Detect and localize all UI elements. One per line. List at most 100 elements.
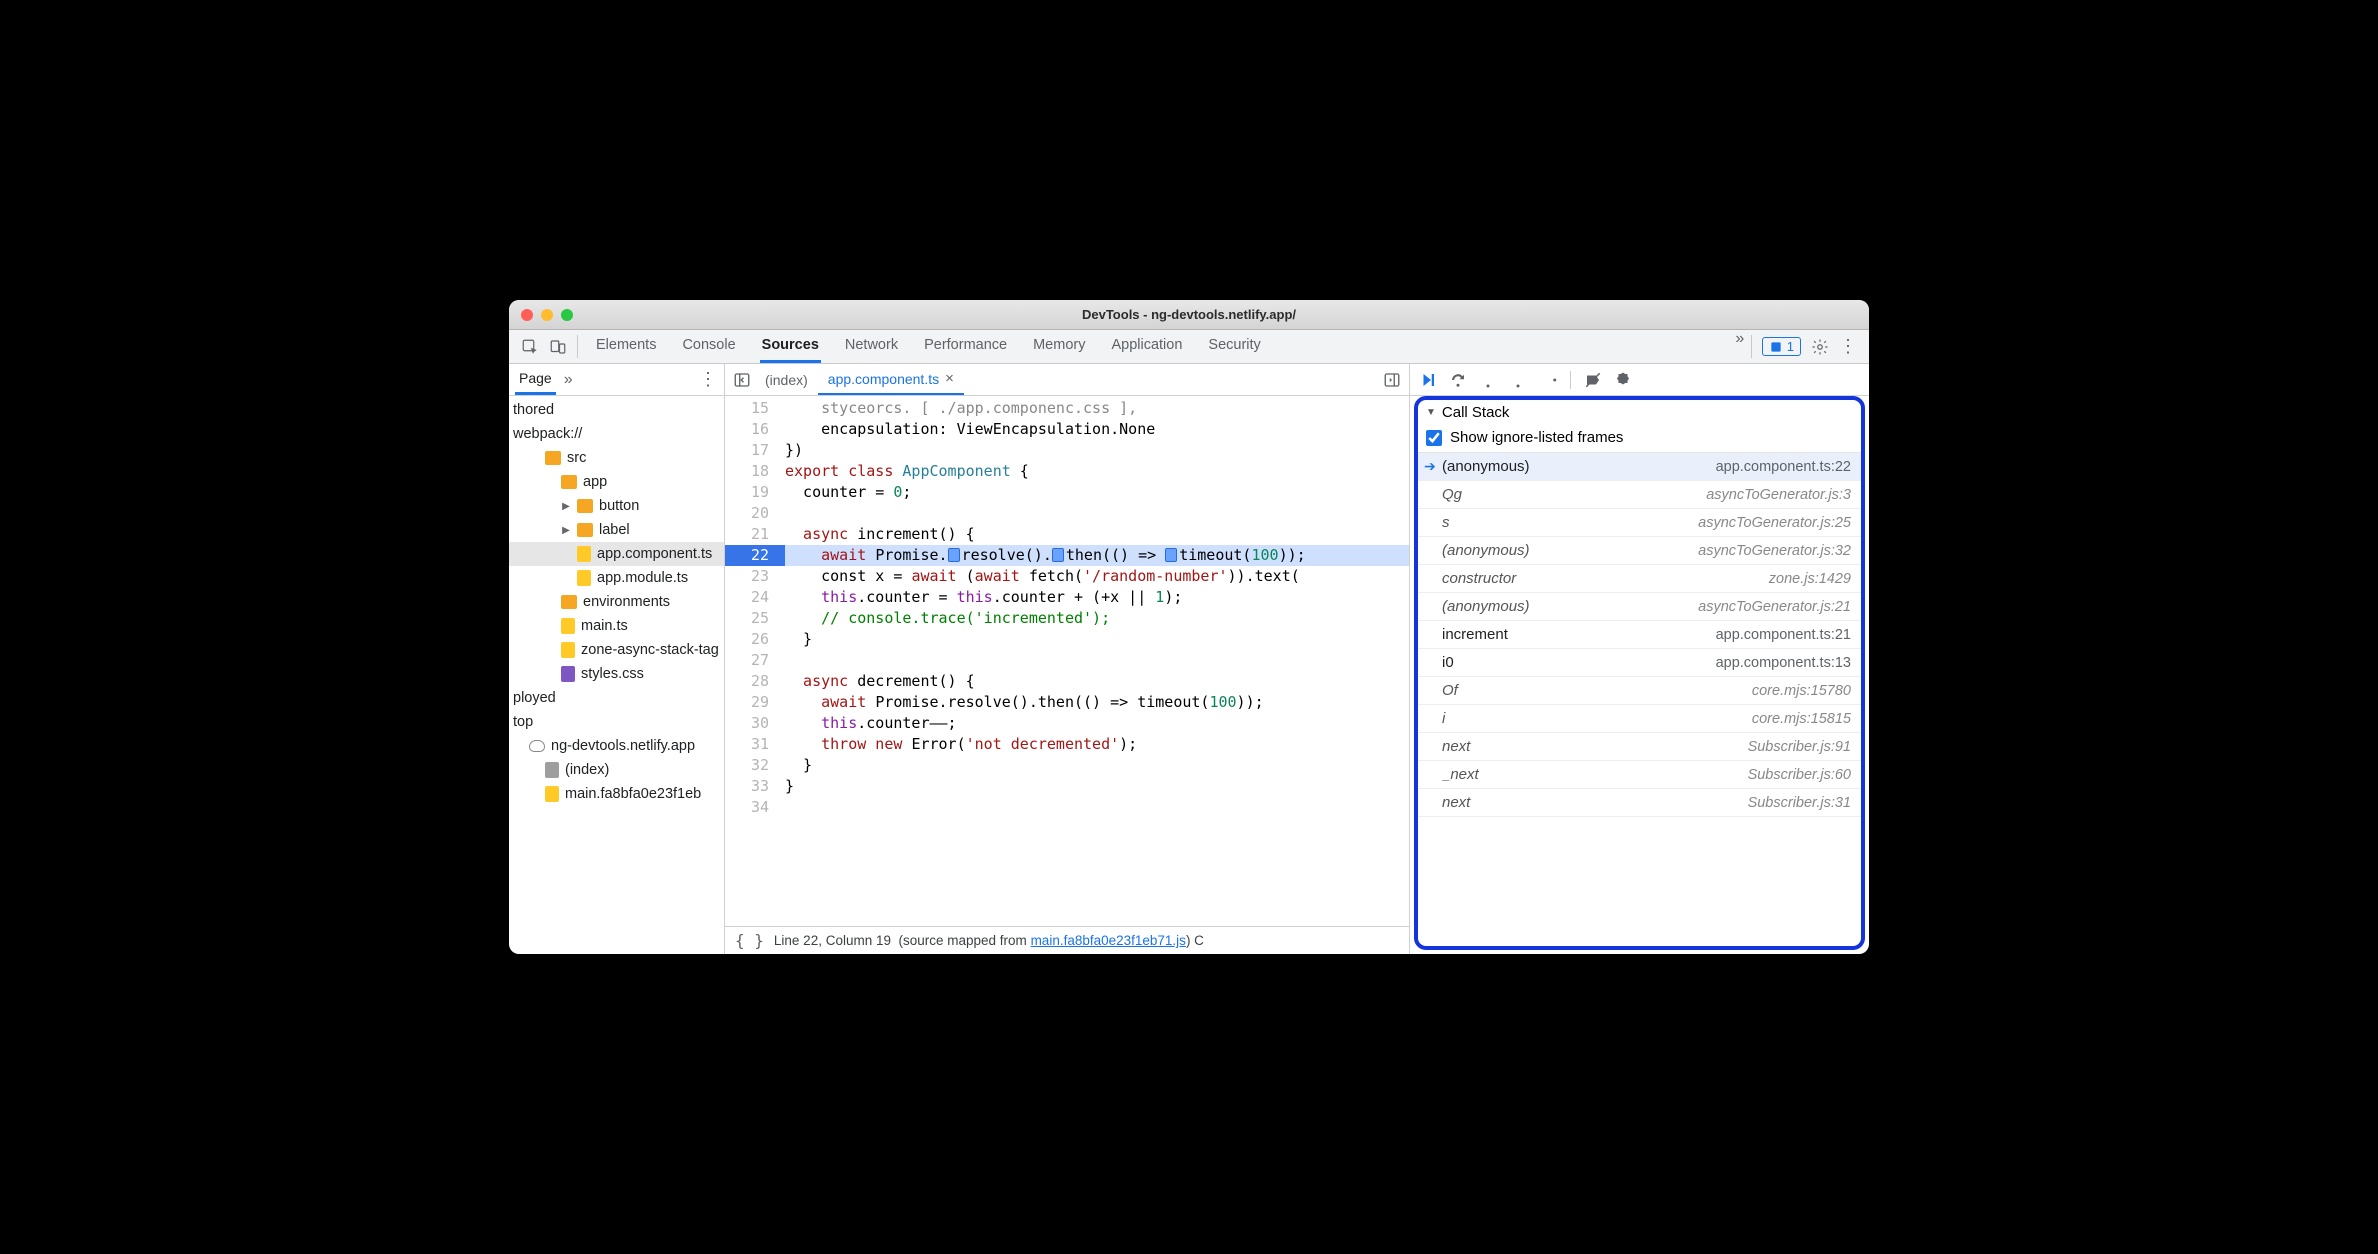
frame-location: Subscriber.js:60 [1748,767,1851,783]
close-tab-icon[interactable]: × [945,370,954,387]
tree-item[interactable]: ployed [509,686,724,710]
frame-function-name: (anonymous) [1442,598,1698,615]
frame-location: core.mjs:15815 [1752,711,1851,727]
pause-on-exceptions-icon[interactable] [1613,370,1633,390]
call-stack-frame[interactable]: (anonymous)asyncToGenerator.js:21 [1418,593,1861,621]
tree-item[interactable]: ▶label [509,518,724,542]
navigator-menu-icon[interactable]: ⋮ [699,369,718,390]
panel-tab-performance[interactable]: Performance [922,330,1009,363]
call-stack-frame[interactable]: nextSubscriber.js:91 [1418,733,1861,761]
tree-item[interactable]: ▶button [509,494,724,518]
frame-location: app.component.ts:21 [1716,627,1851,643]
file-tree[interactable]: thored webpack:// src app ▶button▶labelapp.c… [509,396,724,954]
tree-item[interactable]: src [509,446,724,470]
tree-item[interactable]: top [509,710,724,734]
editor-tab-index[interactable]: (index) [755,364,818,395]
debugger-toolbar [1410,364,1869,396]
call-stack-frame[interactable]: Ofcore.mjs:15780 [1418,677,1861,705]
frame-function-name: increment [1442,626,1716,643]
frame-function-name: constructor [1442,570,1769,587]
step-into-icon[interactable] [1478,370,1498,390]
call-stack-frame[interactable]: _nextSubscriber.js:60 [1418,761,1861,789]
breakpoint-marker-icon[interactable] [1052,548,1064,562]
editor-pane: (index) app.component.ts × 1516171819202… [725,364,1409,954]
deactivate-breakpoints-icon[interactable] [1583,370,1603,390]
frame-location: core.mjs:15780 [1752,683,1851,699]
frame-function-name: i [1442,710,1752,727]
tree-item-label: button [599,498,639,514]
call-stack-frame[interactable]: constructorzone.js:1429 [1418,565,1861,593]
call-stack-frame[interactable]: incrementapp.component.ts:21 [1418,621,1861,649]
tree-item[interactable]: ng-devtools.netlify.app [509,734,724,758]
frame-function-name: (anonymous) [1442,542,1698,559]
breakpoint-marker-icon[interactable] [948,548,960,562]
disclosure-triangle-icon[interactable]: ▼ [1426,407,1436,418]
toggle-navigator-icon[interactable] [729,367,755,393]
panel-tab-sources[interactable]: Sources [760,330,821,363]
editor-tab-app-component[interactable]: app.component.ts × [818,364,964,395]
resume-script-icon[interactable] [1418,370,1438,390]
step-out-icon[interactable] [1508,370,1528,390]
tree-item-label: main.fa8bfa0e23f1eb [565,786,701,802]
call-stack-list[interactable]: ➔(anonymous)app.component.ts:22QgasyncTo… [1418,453,1861,946]
source-map-link[interactable]: main.fa8bfa0e23f1eb71.js [1031,933,1186,948]
frame-location: asyncToGenerator.js:3 [1706,487,1851,503]
devtools-window: DevTools - ng-devtools.netlify.app/ Elem… [509,300,1869,954]
code-editor[interactable]: 1516171819202122232425262728293031323334… [725,396,1409,926]
call-stack-frame[interactable]: icore.mjs:15815 [1418,705,1861,733]
tree-item-label: environments [583,594,670,610]
panel-tab-elements[interactable]: Elements [594,330,658,363]
tree-item[interactable]: app [509,470,724,494]
toggle-debugger-icon[interactable] [1379,367,1405,393]
tree-item-label: top [513,714,533,730]
frame-function-name: _next [1442,766,1748,783]
tree-item[interactable]: environments [509,590,724,614]
call-stack-frame[interactable]: sasyncToGenerator.js:25 [1418,509,1861,537]
show-ignored-frames-input[interactable] [1426,430,1442,446]
tree-item[interactable]: (index) [509,758,724,782]
tree-item[interactable]: thored [509,398,724,422]
breakpoint-marker-icon[interactable] [1165,548,1177,562]
tree-item[interactable]: zone-async-stack-tag [509,638,724,662]
tree-item-label: ng-devtools.netlify.app [551,738,695,754]
device-toolbar-icon[interactable] [549,338,567,356]
call-stack-frame[interactable]: (anonymous)asyncToGenerator.js:32 [1418,537,1861,565]
tree-item[interactable]: styles.css [509,662,724,686]
editor-tabbar: (index) app.component.ts × [725,364,1409,396]
inspect-element-icon[interactable] [521,338,539,356]
settings-gear-icon[interactable] [1811,338,1829,356]
cursor-position: Line 22, Column 19 [774,933,891,948]
panel-tab-memory[interactable]: Memory [1031,330,1087,363]
line-gutter: 1516171819202122232425262728293031323334 [725,396,785,926]
tree-item-label: src [567,450,586,466]
call-stack-frame[interactable]: nextSubscriber.js:31 [1418,789,1861,817]
panel-tab-security[interactable]: Security [1206,330,1262,363]
tree-item[interactable]: main.ts [509,614,724,638]
navigator-more-icon[interactable]: » [564,371,573,389]
frame-function-name: (anonymous) [1442,458,1716,475]
more-tabs-icon[interactable]: » [1731,330,1749,348]
panel-tab-console[interactable]: Console [680,330,737,363]
call-stack-header[interactable]: ▼ Call Stack [1418,400,1861,425]
tree-item[interactable]: app.component.ts [509,542,724,566]
editor-tab-label: (index) [765,372,808,388]
step-icon[interactable] [1538,370,1558,390]
tree-item-label: thored [513,402,554,418]
pretty-print-icon[interactable]: { } [735,931,764,950]
tree-item-label: styles.css [581,666,644,682]
show-ignored-frames-checkbox[interactable]: Show ignore-listed frames [1418,425,1861,453]
tree-item-label: app [583,474,607,490]
panel-tab-network[interactable]: Network [843,330,900,363]
issues-badge[interactable]: 1 [1762,337,1801,356]
kebab-menu-icon[interactable]: ⋮ [1839,338,1857,356]
tree-item[interactable]: main.fa8bfa0e23f1eb [509,782,724,806]
step-over-icon[interactable] [1448,370,1468,390]
call-stack-frame[interactable]: QgasyncToGenerator.js:3 [1418,481,1861,509]
panel-tab-application[interactable]: Application [1109,330,1184,363]
navigator-tab-page[interactable]: Page [515,364,556,395]
sources-navigator: Page » ⋮ thored webpack:// src app ▶button▶l… [509,364,725,954]
tree-item[interactable]: webpack:// [509,422,724,446]
tree-item[interactable]: app.module.ts [509,566,724,590]
call-stack-frame[interactable]: ➔(anonymous)app.component.ts:22 [1418,453,1861,481]
call-stack-frame[interactable]: i0app.component.ts:13 [1418,649,1861,677]
